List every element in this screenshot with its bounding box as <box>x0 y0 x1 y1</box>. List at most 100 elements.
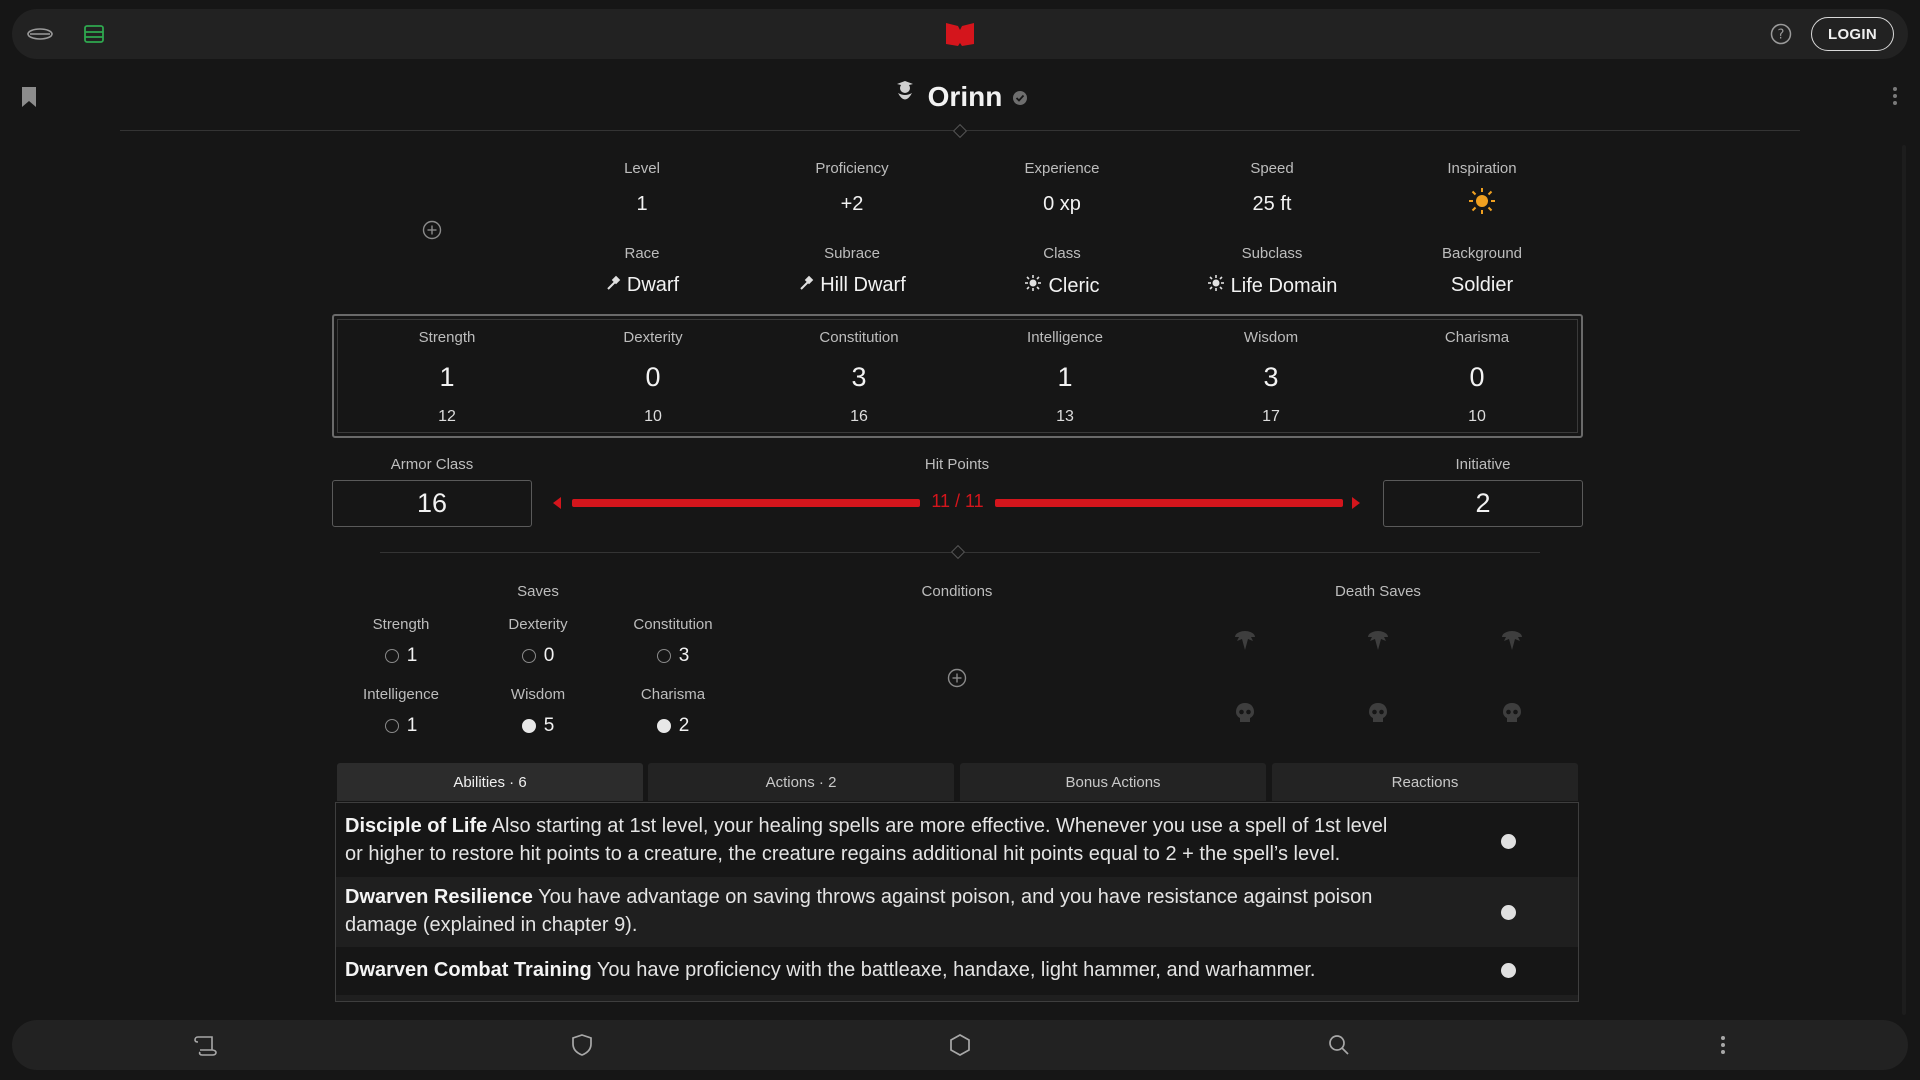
save-dexterity[interactable]: Dexterity 0 <box>473 616 603 667</box>
speed-label: Speed <box>1250 160 1294 177</box>
race-label: Race <box>624 245 660 262</box>
ability-score: 12 <box>438 408 456 425</box>
conditions-title: Conditions <box>921 583 993 600</box>
proficiency-radio[interactable] <box>656 649 671 663</box>
death-save-success-icon[interactable] <box>1365 628 1391 657</box>
death-save-failure-skull-icon[interactable] <box>1233 701 1257 730</box>
login-button[interactable]: LOGIN <box>1811 17 1894 51</box>
experience-label: Experience <box>1024 160 1100 177</box>
list-item[interactable]: Dwarven Combat Training You have profici… <box>336 955 1578 995</box>
save-intelligence[interactable]: Intelligence 1 <box>336 686 466 737</box>
subrace-field[interactable]: Subrace Hill Dwarf <box>747 245 957 297</box>
proficiency-radio[interactable] <box>521 719 536 733</box>
save-name: Intelligence <box>363 686 439 703</box>
death-saves-title: Death Saves <box>1335 583 1421 600</box>
level-value: 1 <box>636 193 648 215</box>
bottom-nav <box>12 1020 1908 1070</box>
hit-points-value[interactable]: 11 / 11 <box>920 491 995 512</box>
abilities-list: Disciple of Life Also starting at 1st le… <box>335 802 1579 1002</box>
proficiency-radio[interactable] <box>521 649 536 663</box>
feature-toggle[interactable] <box>1501 963 1516 978</box>
armor-class-box[interactable]: 16 <box>332 480 532 527</box>
proficiency-radio[interactable] <box>384 649 399 663</box>
armor-class-label: Armor Class <box>390 456 474 473</box>
list-item[interactable]: Dwarven Resilience You have advantage on… <box>336 877 1578 947</box>
tab-bonus-actions[interactable]: Bonus Actions <box>960 763 1266 801</box>
save-constitution[interactable]: Constitution 3 <box>608 616 738 667</box>
tab-reactions[interactable]: Reactions <box>1272 763 1578 801</box>
ability-name: Strength <box>418 329 476 346</box>
feature-toggle[interactable] <box>1501 905 1516 920</box>
ability-modifier: 1 <box>1057 362 1073 392</box>
hp-bar-right[interactable] <box>995 499 1343 507</box>
class-field[interactable]: Class Cleric <box>957 245 1167 298</box>
save-name: Dexterity <box>508 616 568 633</box>
subclass-label: Subclass <box>1241 245 1303 262</box>
hp-bar-left[interactable] <box>572 499 920 507</box>
death-save-failure-skull-icon[interactable] <box>1366 701 1390 730</box>
save-value: 5 <box>543 715 555 736</box>
save-value: 1 <box>406 645 418 666</box>
feature-description: Also starting at 1st level, your healing… <box>345 815 1388 865</box>
subrace-value: Hill Dwarf <box>820 274 906 296</box>
search-icon[interactable] <box>1317 1020 1361 1070</box>
scrollbar[interactable] <box>1902 145 1906 1015</box>
menu-icon[interactable] <box>20 9 60 59</box>
initiative-label: Initiative <box>1455 456 1511 473</box>
background-field[interactable]: Background Soldier <box>1377 245 1587 297</box>
d20-dice-icon[interactable] <box>938 1020 982 1070</box>
save-strength[interactable]: Strength 1 <box>336 616 466 667</box>
class-label: Class <box>1043 245 1081 262</box>
death-save-success-icon[interactable] <box>1232 628 1258 657</box>
tab-abilities[interactable]: Abilities · 6 <box>337 763 643 801</box>
inspiration-sun-icon[interactable] <box>1377 187 1587 215</box>
proficiency-label: Proficiency <box>815 160 889 177</box>
background-value: Soldier <box>1450 274 1514 296</box>
saves-title: Saves <box>517 583 559 600</box>
subclass-field[interactable]: Subclass Life Domain <box>1167 245 1377 298</box>
storage-icon[interactable] <box>78 9 110 59</box>
initiative-box[interactable]: 2 <box>1383 480 1583 527</box>
list-item[interactable]: Disciple of Life Also starting at 1st le… <box>336 812 1578 870</box>
race-field[interactable]: Race Dwarf <box>537 245 747 297</box>
ability-name: Intelligence <box>1027 329 1103 346</box>
save-charisma[interactable]: Charisma 2 <box>608 686 738 737</box>
save-value: 2 <box>678 715 690 736</box>
inspiration-field[interactable]: Inspiration <box>1377 160 1587 215</box>
ability-name: Wisdom <box>1243 329 1299 346</box>
ability-score: 13 <box>1056 408 1074 425</box>
feature-toggle[interactable] <box>1501 834 1516 849</box>
ability-score: 16 <box>850 408 868 425</box>
experience-field[interactable]: Experience 0 xp <box>957 160 1167 216</box>
feature-description: You have proficiency with the battleaxe,… <box>596 959 1316 981</box>
level-label: Level <box>624 160 660 177</box>
death-save-success-icon[interactable] <box>1499 628 1525 657</box>
list-item[interactable] <box>336 995 1578 1001</box>
ability-scores-panel: Strength 1 12 Dexterity 0 10 Constitutio… <box>332 314 1583 438</box>
proficiency-radio[interactable] <box>384 719 399 733</box>
death-save-failure-skull-icon[interactable] <box>1500 701 1524 730</box>
speed-field: Speed 25 ft <box>1167 160 1377 216</box>
save-name: Wisdom <box>510 686 566 703</box>
add-portrait-button[interactable] <box>422 220 442 245</box>
experience-value: 0 xp <box>1043 193 1081 215</box>
ability-modifier: 3 <box>851 362 867 392</box>
verified-icon <box>1012 81 1028 113</box>
hp-decrease-arrow[interactable] <box>553 497 561 509</box>
ability-name: Charisma <box>1444 329 1510 346</box>
scroll-icon[interactable] <box>184 1020 228 1070</box>
tab-actions[interactable]: Actions · 2 <box>648 763 954 801</box>
help-icon[interactable]: ? <box>1766 9 1796 59</box>
level-field[interactable]: Level 1 <box>537 160 747 216</box>
proficiency-radio[interactable] <box>656 719 671 733</box>
book-logo-icon[interactable] <box>940 9 980 59</box>
save-wisdom[interactable]: Wisdom 5 <box>473 686 603 737</box>
svg-text:?: ? <box>1778 28 1785 43</box>
race-value: Dwarf <box>626 274 680 296</box>
save-name: Constitution <box>633 616 713 633</box>
save-value: 1 <box>406 715 418 736</box>
shield-icon[interactable] <box>560 1020 604 1070</box>
hp-increase-arrow[interactable] <box>1352 497 1360 509</box>
add-condition-button[interactable] <box>947 668 967 693</box>
more-menu-icon[interactable] <box>1708 1020 1738 1070</box>
